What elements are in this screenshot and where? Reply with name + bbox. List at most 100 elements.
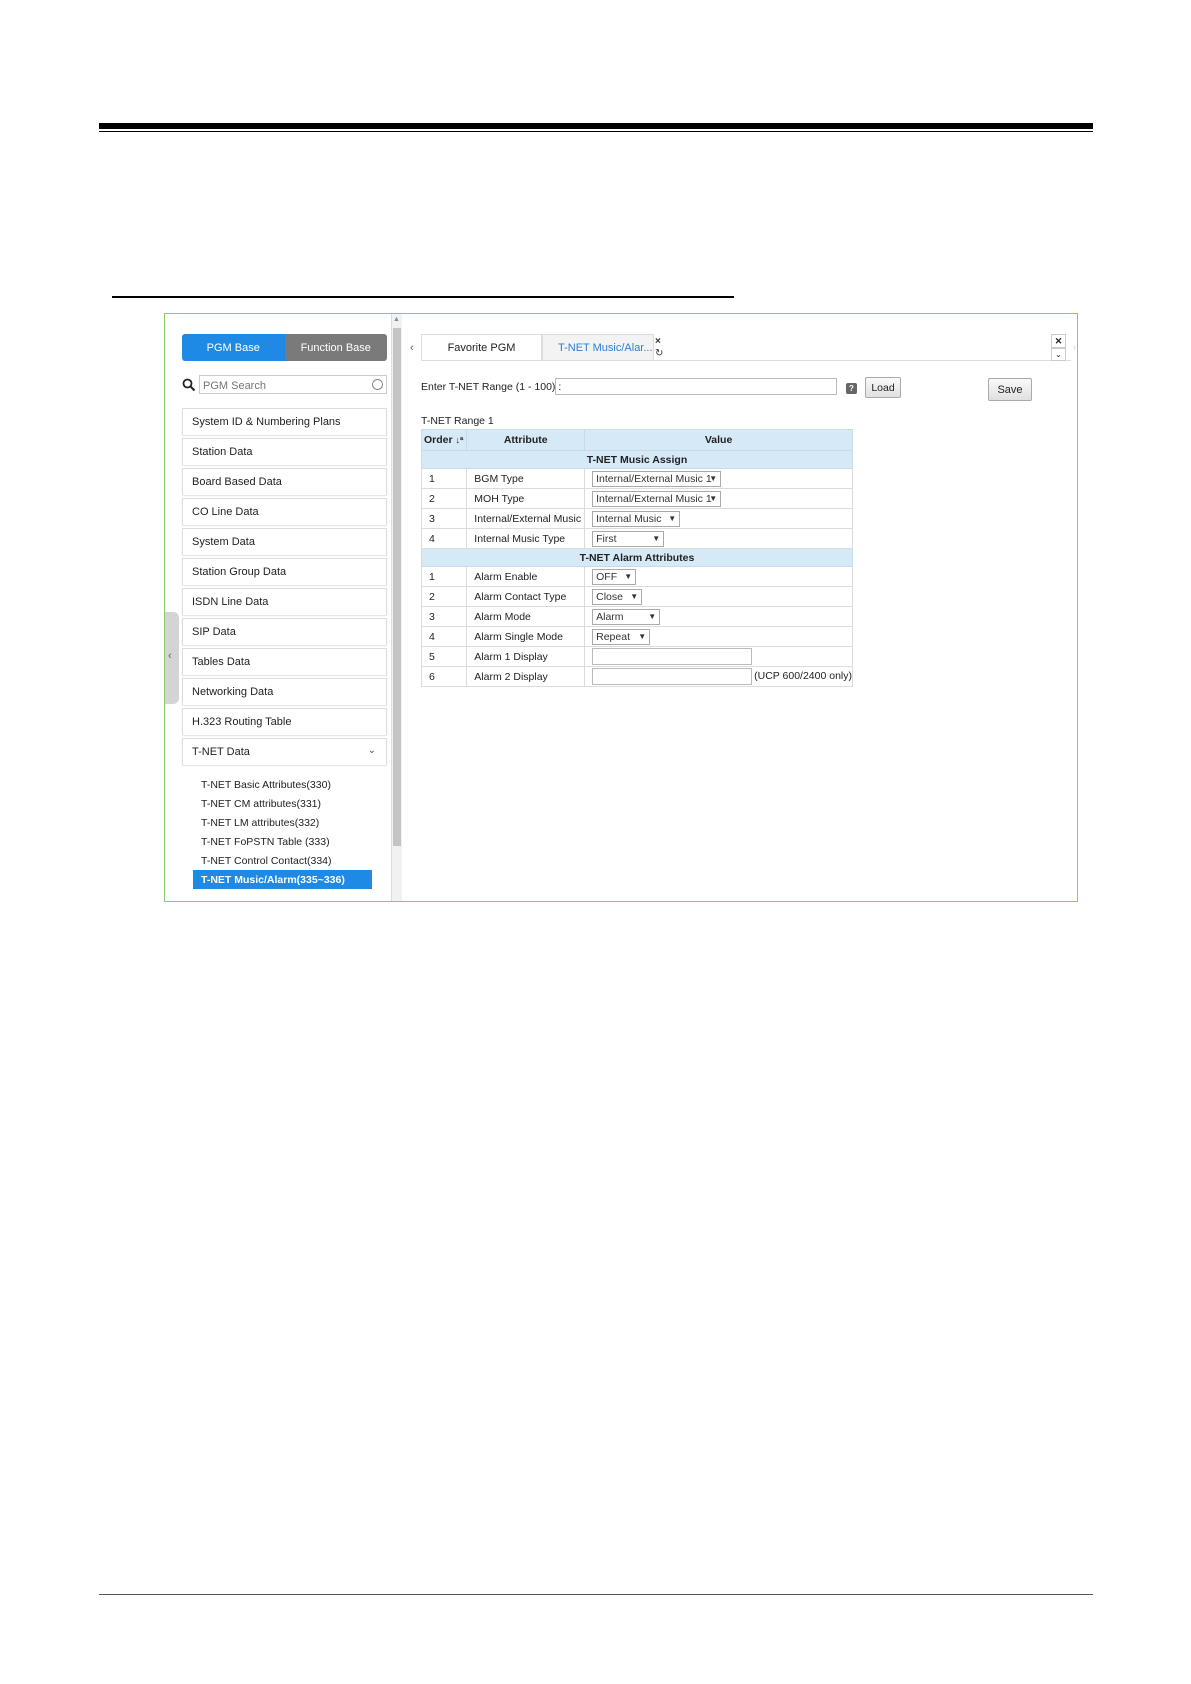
pgm-search-input[interactable] [200, 378, 366, 394]
pgm-search-field [199, 375, 387, 394]
tab-scroll-right-icon[interactable]: › [1073, 342, 1076, 352]
nav-item-co-line-data[interactable]: CO Line Data [182, 498, 387, 525]
row-value: Internal/External Music 1 ▼ [584, 488, 853, 509]
row-value: Repeat ▼ [584, 626, 853, 647]
table-row: 1 Alarm Enable OFF ▼ [420, 566, 853, 587]
nav-list: System ID & Numbering Plans Station Data… [182, 408, 387, 889]
tnet-range-input[interactable] [555, 378, 837, 395]
row-order: 1 [420, 566, 468, 587]
screenshot-frame: ‹ PGM Base Function Base System ID & Num… [164, 313, 1078, 902]
section-rule [112, 296, 734, 298]
alarm-contact-type-select[interactable]: Close ▼ [592, 588, 643, 605]
row-attribute: BGM Type [466, 468, 586, 489]
nav-item-station-data[interactable]: Station Data [182, 438, 387, 465]
sub-item-tnet-fopstn-table[interactable]: T-NET FoPSTN Table (333) [182, 832, 387, 851]
row-attribute: Alarm 1 Display [466, 646, 586, 667]
clear-search-icon[interactable] [372, 379, 383, 390]
header-rule-thin [99, 131, 1093, 132]
table-row: 4 Alarm Single Mode Repeat ▼ [420, 626, 853, 647]
sub-item-tnet-lm-attributes[interactable]: T-NET LM attributes(332) [182, 813, 387, 832]
internal-external-music-select[interactable]: Internal Music ▼ [592, 510, 681, 527]
table-row: 1 BGM Type Internal/External Music 1 ▼ [420, 468, 853, 489]
chevron-left-icon: ‹ [168, 650, 172, 662]
row-attribute: Alarm Mode [466, 606, 586, 627]
nav-item-board-based-data[interactable]: Board Based Data [182, 468, 387, 495]
chevron-down-icon: ⌄ [367, 745, 376, 756]
table-row: 3 Internal/External Music Internal Music… [420, 508, 853, 529]
alarm-mode-select[interactable]: Alarm ▼ [592, 608, 661, 625]
close-all-tabs-icon[interactable]: ✕ [1051, 334, 1066, 348]
alarm-2-note: (UCP 600/2400 only) [754, 670, 852, 683]
row-attribute: Internal Music Type [466, 528, 586, 549]
nav-item-tnet-data[interactable]: T-NET Data ⌄ [182, 738, 387, 765]
row-order: 3 [420, 606, 468, 627]
sub-item-tnet-basic-attributes[interactable]: T-NET Basic Attributes(330) [182, 775, 387, 794]
row-order: 2 [420, 488, 468, 509]
range-label: Enter T-NET Range (1 - 100) : [421, 381, 562, 393]
table-row: 6 Alarm 2 Display (UCP 600/2400 only) [420, 666, 853, 687]
tab-scroll-left-icon[interactable]: ‹ [410, 342, 414, 354]
sub-item-tnet-control-contact[interactable]: T-NET Control Contact(334) [182, 851, 387, 870]
range-title: T-NET Range 1 [421, 415, 494, 427]
left-panel: ‹ PGM Base Function Base System ID & Num… [165, 314, 402, 901]
table-row: 4 Internal Music Type First ▼ [420, 528, 853, 549]
row-value: OFF ▼ [584, 566, 853, 587]
row-order: 6 [420, 666, 468, 687]
base-toggle: PGM Base Function Base [182, 334, 387, 361]
nav-item-station-group-data[interactable]: Station Group Data [182, 558, 387, 585]
row-value: First ▼ [584, 528, 853, 549]
nav-item-networking-data[interactable]: Networking Data [182, 678, 387, 705]
alarm-1-display-input[interactable] [592, 648, 753, 665]
table-row: 5 Alarm 1 Display [420, 646, 853, 667]
header-rule-thick [99, 123, 1093, 129]
section-row-music: T-NET Music Assign [421, 450, 853, 469]
footer-rule [99, 1594, 1093, 1595]
alarm-enable-select[interactable]: OFF ▼ [592, 568, 637, 585]
close-tab-icon[interactable]: × [655, 336, 661, 347]
main-panel: ‹ Favorite PGM T-NET Music/Alar... × ↻ ✕… [401, 314, 1077, 901]
collapse-sidebar-handle[interactable]: ‹ [165, 612, 179, 704]
nav-item-isdn-line-data[interactable]: ISDN Line Data [182, 588, 387, 615]
table-header-row: Order ↓ª Attribute Value [420, 429, 853, 451]
nav-item-system-data[interactable]: System Data [182, 528, 387, 555]
nav-item-system-id[interactable]: System ID & Numbering Plans [182, 408, 387, 435]
help-icon[interactable]: ? [846, 383, 857, 394]
nav-item-tables-data[interactable]: Tables Data [182, 648, 387, 675]
internal-music-type-select[interactable]: First ▼ [592, 530, 665, 547]
sub-item-tnet-music-alarm[interactable]: T-NET Music/Alarm(335~336) [193, 870, 372, 889]
row-order: 4 [420, 528, 468, 549]
sub-item-tnet-cm-attributes[interactable]: T-NET CM attributes(331) [182, 794, 387, 813]
scrollbar-thumb[interactable] [393, 328, 401, 846]
tab-list-dropdown-icon[interactable]: ⌄ [1051, 348, 1066, 361]
nav-item-h323-routing-table[interactable]: H.323 Routing Table [182, 708, 387, 735]
alarm-2-display-input[interactable] [592, 668, 753, 685]
section-row-alarm: T-NET Alarm Attributes [421, 548, 853, 567]
attribute-column-header: Attribute [466, 429, 586, 451]
refresh-tab-icon[interactable]: ↻ [655, 348, 663, 359]
nav-item-tnet-data-label: T-NET Data [192, 746, 250, 758]
table-row: 3 Alarm Mode Alarm ▼ [420, 606, 853, 627]
row-value [584, 646, 853, 667]
row-order: 4 [420, 626, 468, 647]
row-value: Close ▼ [584, 586, 853, 607]
alarm-single-mode-select[interactable]: Repeat ▼ [592, 628, 651, 645]
moh-type-select[interactable]: Internal/External Music 1 ▼ [592, 490, 722, 507]
save-button[interactable]: Save [988, 378, 1032, 401]
tab-favorite-pgm[interactable]: Favorite PGM [421, 334, 542, 360]
scroll-up-icon[interactable]: ▲ [393, 316, 400, 323]
function-base-tab[interactable]: Function Base [284, 334, 387, 361]
load-button[interactable]: Load [865, 377, 901, 398]
table-row: 2 MOH Type Internal/External Music 1 ▼ [420, 488, 853, 509]
row-value: Internal/External Music 1 ▼ [584, 468, 853, 489]
nav-item-sip-data[interactable]: SIP Data [182, 618, 387, 645]
pgm-base-tab[interactable]: PGM Base [182, 334, 285, 361]
row-order: 5 [420, 646, 468, 667]
tab-tnet-music-alarm[interactable]: T-NET Music/Alar... [542, 334, 654, 360]
row-value: (UCP 600/2400 only) [584, 666, 853, 687]
section-title-alarm: T-NET Alarm Attributes [421, 548, 853, 567]
row-attribute: MOH Type [466, 488, 586, 509]
row-attribute: Internal/External Music [466, 508, 586, 529]
order-column-header[interactable]: Order ↓ª [420, 429, 468, 451]
attribute-table: Order ↓ª Attribute Value T-NET Music Ass… [420, 429, 853, 687]
bgm-type-select[interactable]: Internal/External Music 1 ▼ [592, 470, 722, 487]
